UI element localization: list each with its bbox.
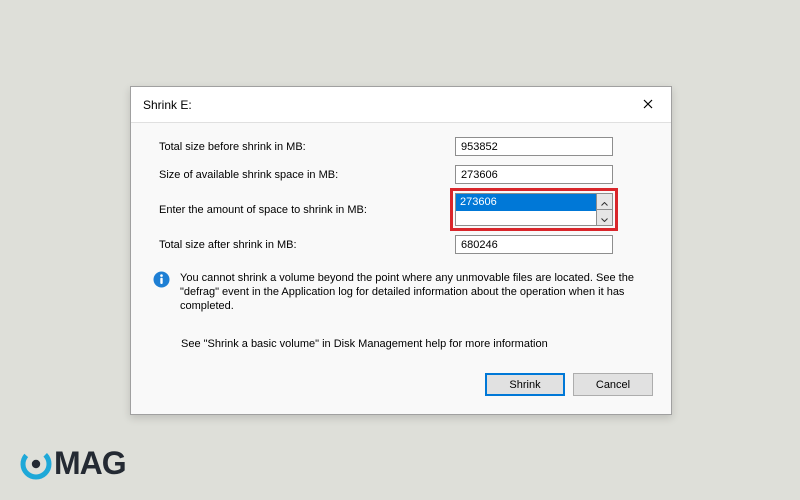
value-wrap-avail: 273606 xyxy=(455,165,657,184)
label-before: Total size before shrink in MB: xyxy=(145,141,455,153)
shrink-dialog: Shrink E: Total size before shrink in MB… xyxy=(130,86,672,415)
spinner-down-button[interactable] xyxy=(597,210,612,225)
row-after: Total size after shrink in MB: 680246 xyxy=(145,235,657,254)
shrink-amount-input[interactable]: 273606 xyxy=(456,194,596,211)
dialog-title: Shrink E: xyxy=(143,98,192,112)
value-wrap-after: 680246 xyxy=(455,235,657,254)
close-button[interactable] xyxy=(631,94,665,116)
close-icon xyxy=(643,99,653,112)
label-input: Enter the amount of space to shrink in M… xyxy=(145,204,455,216)
row-avail: Size of available shrink space in MB: 27… xyxy=(145,165,657,184)
shrink-amount-wrap: 273606 xyxy=(455,193,613,226)
info-block: You cannot shrink a volume beyond the po… xyxy=(145,263,657,313)
titlebar: Shrink E: xyxy=(131,87,671,123)
value-after: 680246 xyxy=(455,235,613,254)
shrink-button[interactable]: Shrink xyxy=(485,373,565,396)
info-icon xyxy=(153,271,170,288)
label-avail: Size of available shrink space in MB: xyxy=(145,169,455,181)
chevron-up-icon xyxy=(601,194,608,209)
brand-logo: MAG xyxy=(20,445,126,482)
chevron-down-icon xyxy=(601,210,608,225)
spinner-buttons xyxy=(596,194,612,225)
cancel-button[interactable]: Cancel xyxy=(573,373,653,396)
label-after: Total size after shrink in MB: xyxy=(145,239,455,251)
value-before: 953852 xyxy=(455,137,613,156)
shrink-amount-spinner[interactable]: 273606 xyxy=(455,193,613,226)
row-before: Total size before shrink in MB: 953852 xyxy=(145,137,657,156)
help-text: See "Shrink a basic volume" in Disk Mana… xyxy=(145,313,657,359)
dialog-content: Total size before shrink in MB: 953852 S… xyxy=(131,123,671,414)
info-text: You cannot shrink a volume beyond the po… xyxy=(180,271,653,313)
value-wrap-before: 953852 xyxy=(455,137,657,156)
brand-text: MAG xyxy=(54,445,126,482)
brand-ring-icon xyxy=(20,448,52,480)
spinner-up-button[interactable] xyxy=(597,194,612,210)
value-avail: 273606 xyxy=(455,165,613,184)
row-input: Enter the amount of space to shrink in M… xyxy=(145,193,657,226)
button-row: Shrink Cancel xyxy=(145,359,657,396)
